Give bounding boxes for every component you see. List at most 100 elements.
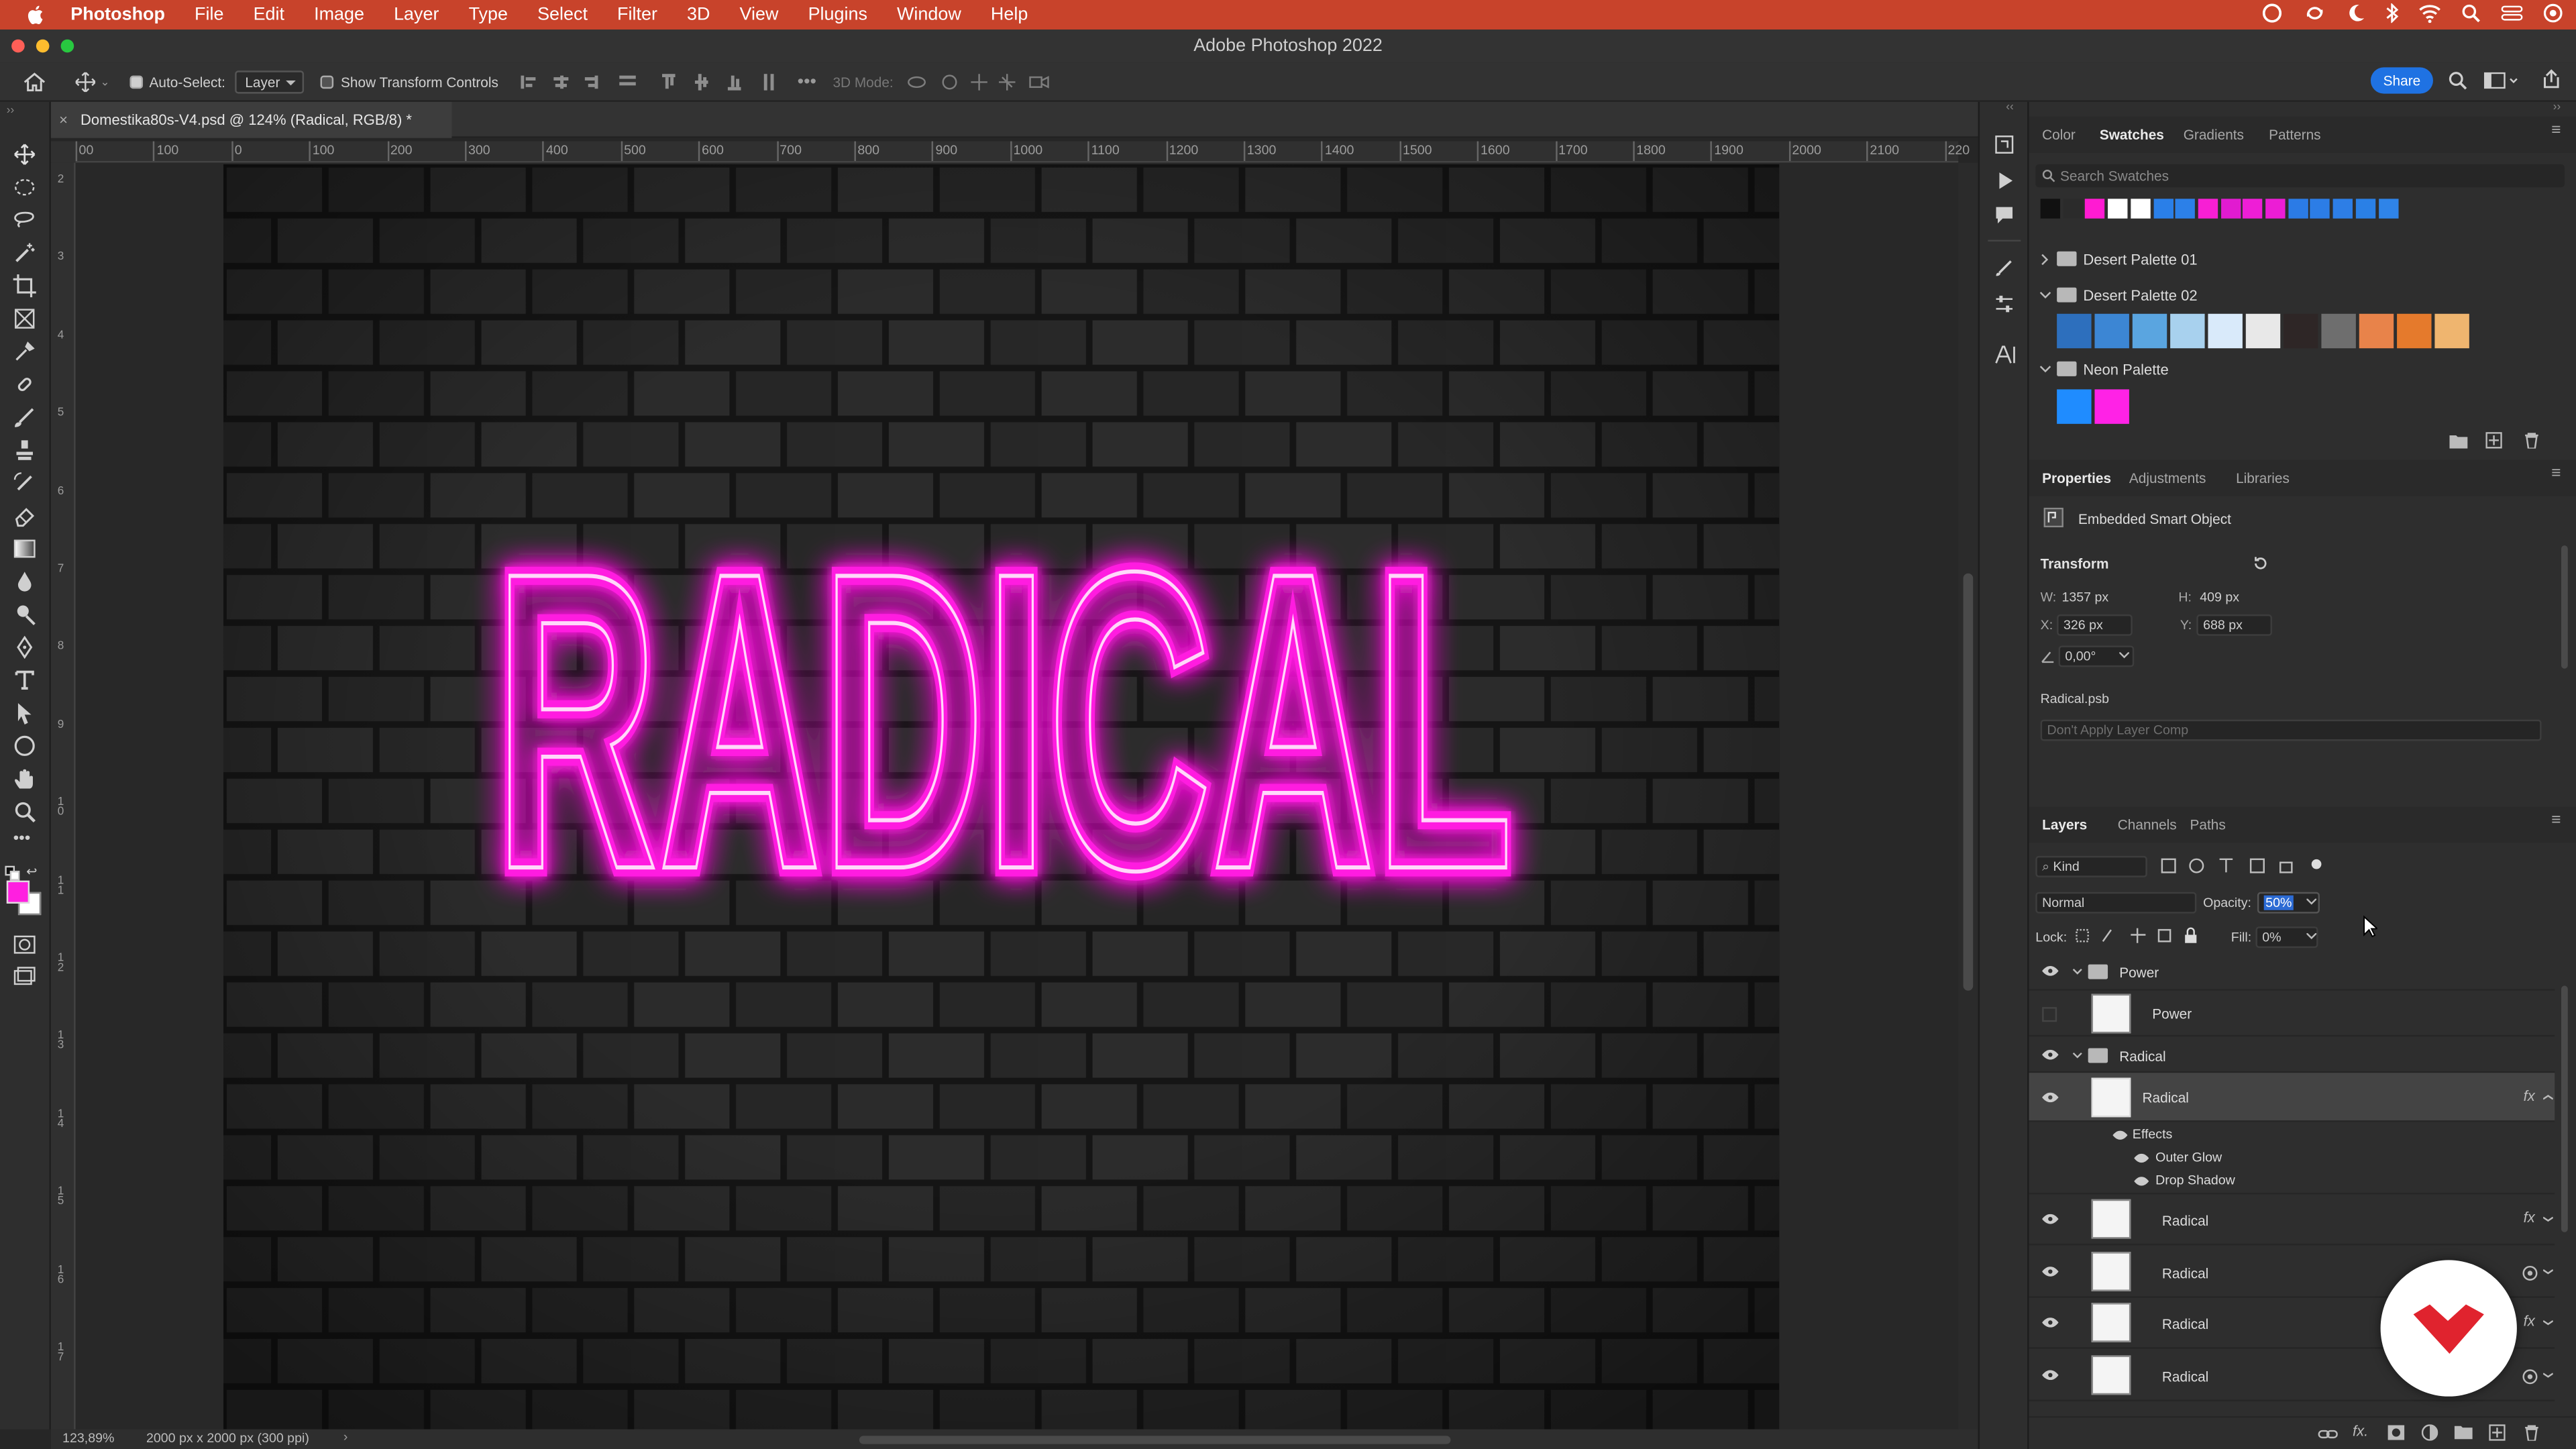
swatches-search-field[interactable]: Search Swatches <box>2035 164 2565 188</box>
smart-filter-icon[interactable] <box>2522 1368 2538 1384</box>
brush-settings-icon[interactable] <box>1994 258 2014 277</box>
tab-properties[interactable]: Properties <box>2042 470 2111 486</box>
swatch[interactable] <box>2198 199 2218 219</box>
3d-tools-icon[interactable] <box>906 72 1051 91</box>
layer-radical[interactable]: Radical fx <box>2029 1194 2555 1246</box>
swatch[interactable] <box>2243 199 2263 219</box>
workspace-icon[interactable] <box>2483 72 2520 89</box>
link-layers-icon[interactable] <box>2318 1426 2338 1442</box>
blend-mode-dropdown[interactable]: Normal <box>2035 892 2197 914</box>
menu-app-photoshop[interactable]: Photoshop <box>70 5 165 24</box>
layer-group-power[interactable]: Power <box>2029 951 2555 991</box>
menu-image[interactable]: Image <box>314 5 364 24</box>
delete-swatch-icon[interactable] <box>2524 432 2540 449</box>
swatch[interactable] <box>2332 199 2353 219</box>
effects-eye-icon[interactable] <box>2112 1130 2128 1140</box>
swatch[interactable] <box>2094 389 2129 424</box>
menu-select[interactable]: Select <box>537 5 588 24</box>
ruler-corner[interactable] <box>50 141 76 163</box>
outer-glow-eye-icon[interactable] <box>2134 1153 2149 1163</box>
drop-shadow-eye-icon[interactable] <box>2134 1176 2149 1186</box>
close-document-icon[interactable]: × <box>59 102 68 138</box>
moon-icon[interactable] <box>2346 3 2365 23</box>
swatch[interactable] <box>2434 313 2469 349</box>
collapse-strip-icon[interactable]: ‹‹ <box>2006 102 2013 113</box>
menu-window[interactable]: Window <box>897 5 961 24</box>
menu-filter[interactable]: Filter <box>617 5 657 24</box>
document-canvas[interactable]: RADICAL RADICAL <box>223 164 1780 1430</box>
expand-effects-icon[interactable] <box>2543 1267 2553 1274</box>
expand-effects-icon[interactable] <box>2543 1320 2553 1326</box>
history-brush-icon[interactable] <box>13 472 36 494</box>
tab-adjustments[interactable]: Adjustments <box>2129 470 2206 486</box>
auto-select-dropdown[interactable]: Layer <box>235 70 305 93</box>
healing-brush-icon[interactable] <box>13 373 36 396</box>
outer-glow-effect[interactable]: Outer Glow <box>2155 1150 2222 1165</box>
swatch[interactable] <box>2130 199 2151 219</box>
close-window-button[interactable] <box>11 39 25 53</box>
y-position-field[interactable]: 688 px <box>2196 614 2272 636</box>
horizontal-scroll-thumb[interactable] <box>859 1436 1451 1444</box>
swatch[interactable] <box>2085 199 2106 219</box>
visibility-eye-icon[interactable] <box>2042 1369 2059 1379</box>
menu-file[interactable]: File <box>195 5 223 24</box>
new-group-folder-icon[interactable] <box>2449 434 2468 449</box>
visibility-eye-icon[interactable] <box>2042 1049 2059 1060</box>
default-colors-icon[interactable] <box>5 865 21 882</box>
tab-paths[interactable]: Paths <box>2190 816 2226 833</box>
show-transform-checkbox[interactable] <box>321 74 335 89</box>
ruler-vertical[interactable]: 2 3 4 5 6 7 8 9 1 0 1 1 1 2 1 3 1 4 1 5 1 6 1 7 <box>50 162 76 1430</box>
align-tools-icon[interactable] <box>521 72 639 91</box>
lasso-tool-icon[interactable] <box>13 209 36 231</box>
properties-scroll-thumb[interactable] <box>2561 545 2568 669</box>
export-icon[interactable] <box>2542 69 2561 89</box>
layers-panel-menu-icon[interactable]: ≡ <box>2551 812 2561 830</box>
layers-scroll-thumb[interactable] <box>2561 985 2568 1232</box>
magic-wand-icon[interactable] <box>13 241 36 264</box>
chevron-down-icon[interactable] <box>2039 365 2052 375</box>
swatch[interactable] <box>2310 199 2330 219</box>
layer-filter-icons[interactable] <box>2160 856 2324 875</box>
chevron-down-icon[interactable] <box>2072 1051 2083 1059</box>
dodge-tool-icon[interactable] <box>13 603 36 626</box>
status-menu-chevron-icon[interactable]: › <box>343 1430 348 1444</box>
spotlight-search-icon[interactable] <box>2461 3 2481 23</box>
height-value[interactable]: 409 px <box>2200 590 2239 604</box>
wifi-icon[interactable] <box>2418 3 2441 23</box>
more-options-icon[interactable]: ••• <box>798 72 816 91</box>
chevron-down-icon[interactable] <box>2072 967 2083 975</box>
search-icon[interactable] <box>2448 70 2467 90</box>
swatch[interactable] <box>2063 199 2083 219</box>
zoom-window-button[interactable] <box>60 39 74 53</box>
document-tab[interactable]: × Domestika80s-V4.psd @ 124% (Radical, R… <box>50 101 452 138</box>
type-tool-icon[interactable] <box>13 669 36 692</box>
layer-radical-selected[interactable]: Radical fx <box>2029 1073 2555 1122</box>
swatch[interactable] <box>2359 313 2394 349</box>
hand-tool-icon[interactable] <box>13 767 36 790</box>
menu-type[interactable]: Type <box>469 5 508 24</box>
add-mask-icon[interactable] <box>2387 1424 2405 1440</box>
sync-icon[interactable] <box>2303 3 2326 23</box>
menu-help[interactable]: Help <box>991 5 1028 24</box>
menu-plugins[interactable]: Plugins <box>808 5 867 24</box>
siri-icon[interactable] <box>2543 3 2563 23</box>
tool-preset-chevron-icon[interactable]: ⌄ <box>100 74 109 88</box>
tab-channels[interactable]: Channels <box>2118 816 2177 833</box>
ellipse-tool-icon[interactable] <box>13 735 36 757</box>
document-info[interactable]: 2000 px x 2000 px (300 ppi) <box>146 1431 309 1446</box>
properties-panel-menu-icon[interactable]: ≡ <box>2551 465 2561 483</box>
swatch[interactable] <box>2153 199 2173 219</box>
ruler-horizontal[interactable]: 00 100 0 100 200 300 400 500 600 700 800 900 1000 110… <box>75 141 1970 163</box>
foreground-color-swatch[interactable] <box>6 880 30 904</box>
chevron-down-icon[interactable] <box>2039 290 2052 301</box>
frame-tool-icon[interactable] <box>13 307 36 330</box>
tab-gradients[interactable]: Gradients <box>2184 127 2244 143</box>
swatch[interactable] <box>2288 199 2308 219</box>
fill-dropdown-chevron-icon[interactable] <box>2306 933 2317 940</box>
zoom-level[interactable]: 123,89% <box>62 1431 114 1446</box>
delete-layer-icon[interactable] <box>2524 1424 2540 1441</box>
swatch-group-desert-01[interactable]: Desert Palette 01 <box>2083 252 2197 268</box>
apple-icon[interactable] <box>25 3 48 26</box>
screen-mode-icon[interactable] <box>13 966 36 989</box>
swatch[interactable] <box>2057 389 2092 424</box>
